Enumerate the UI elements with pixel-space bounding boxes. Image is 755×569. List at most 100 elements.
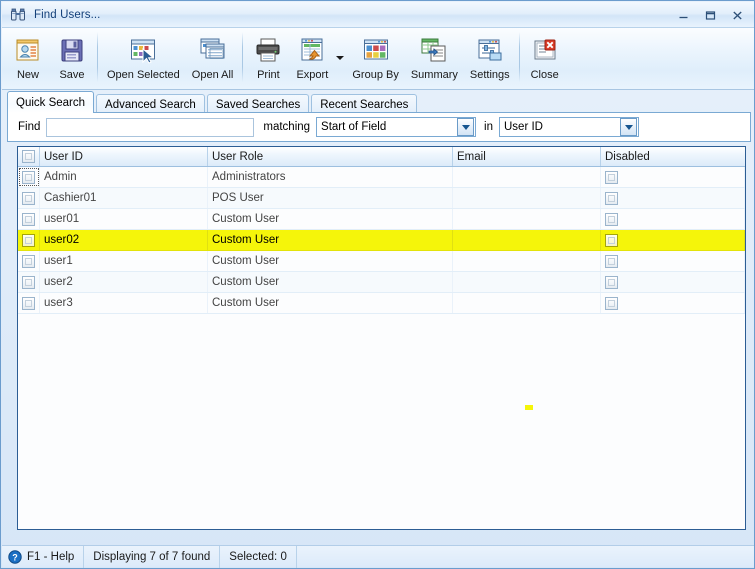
column-header-disabled[interactable]: Disabled xyxy=(601,147,745,166)
group-by-grid-icon xyxy=(360,34,392,66)
export-button-label: Export xyxy=(296,69,329,81)
open-all-windows-icon xyxy=(197,34,229,66)
column-header-user-id[interactable]: User ID xyxy=(40,147,208,166)
column-header-email[interactable]: Email xyxy=(453,147,601,166)
tab-advanced-search-label: Advanced Search xyxy=(105,98,196,111)
table-row[interactable]: user1 Custom User xyxy=(18,251,745,272)
help-question-icon: ? xyxy=(8,549,22,564)
disabled-checkbox[interactable] xyxy=(605,170,618,184)
close-button[interactable] xyxy=(724,5,751,25)
search-field-select[interactable]: User ID xyxy=(499,117,639,137)
table-row[interactable]: user01 Custom User xyxy=(18,209,745,230)
printer-icon xyxy=(252,34,284,66)
matching-mode-select[interactable]: Start of Field xyxy=(316,117,477,137)
group-by-button[interactable]: Group By xyxy=(346,30,404,88)
table-row[interactable]: Admin Administrators xyxy=(18,167,745,188)
close-toolbar-button-label: Close xyxy=(530,69,559,81)
cell-email xyxy=(453,251,601,271)
maximize-button[interactable] xyxy=(697,5,724,25)
disabled-checkbox[interactable] xyxy=(605,296,618,310)
cell-user-id: user2 xyxy=(40,272,208,292)
cell-email xyxy=(453,272,601,292)
row-select-cell[interactable] xyxy=(18,167,40,187)
chevron-down-icon[interactable] xyxy=(620,118,637,136)
cell-disabled[interactable] xyxy=(601,167,745,187)
cell-disabled[interactable] xyxy=(601,209,745,229)
row-select-cell[interactable] xyxy=(18,293,40,313)
close-toolbar-button[interactable]: Close xyxy=(523,30,567,88)
disabled-checkbox[interactable] xyxy=(605,233,618,247)
cell-user-role: Custom User xyxy=(208,230,453,250)
table-row[interactable]: user2 Custom User xyxy=(18,272,745,293)
row-select-checkbox[interactable] xyxy=(22,254,35,268)
tab-quick-search[interactable]: Quick Search xyxy=(7,91,95,113)
select-all-checkbox[interactable] xyxy=(22,150,35,163)
open-selected-button[interactable]: Open Selected xyxy=(101,30,186,88)
grid-body: Admin Administrators Cashier01 POS User … xyxy=(18,167,745,529)
row-select-checkbox[interactable] xyxy=(22,212,35,226)
row-select-checkbox[interactable] xyxy=(22,233,35,247)
cell-disabled[interactable] xyxy=(601,293,745,313)
cell-email xyxy=(453,230,601,250)
tab-recent-searches[interactable]: Recent Searches xyxy=(311,94,418,114)
cell-user-id: Admin xyxy=(40,167,208,187)
chevron-down-icon[interactable] xyxy=(457,118,475,136)
save-button[interactable]: Save xyxy=(50,30,94,88)
displaying-count-cell: Displaying 7 of 7 found xyxy=(84,545,221,568)
table-row[interactable]: user02 Custom User xyxy=(18,230,745,251)
summary-report-icon xyxy=(418,34,450,66)
open-all-button[interactable]: Open All xyxy=(186,30,240,88)
tab-advanced-search[interactable]: Advanced Search xyxy=(96,94,205,114)
cell-user-role: POS User xyxy=(208,188,453,208)
cell-user-id: user01 xyxy=(40,209,208,229)
summary-button-label: Summary xyxy=(410,69,458,81)
select-all-header[interactable] xyxy=(18,147,40,166)
cell-disabled[interactable] xyxy=(601,230,745,250)
export-button[interactable]: Export xyxy=(290,30,334,88)
caret-down-icon xyxy=(336,56,345,60)
cell-disabled[interactable] xyxy=(601,272,745,292)
row-select-checkbox[interactable] xyxy=(22,191,35,205)
disabled-checkbox[interactable] xyxy=(605,212,618,226)
table-row[interactable]: user3 Custom User xyxy=(18,293,745,314)
settings-button[interactable]: Settings xyxy=(464,30,516,88)
disabled-checkbox[interactable] xyxy=(605,275,618,289)
row-select-cell[interactable] xyxy=(18,188,40,208)
new-button[interactable]: New xyxy=(6,30,50,88)
row-select-checkbox[interactable] xyxy=(22,275,35,289)
disabled-checkbox[interactable] xyxy=(605,254,618,268)
in-label: in xyxy=(484,121,493,133)
summary-button[interactable]: Summary xyxy=(405,30,464,88)
tab-saved-searches[interactable]: Saved Searches xyxy=(206,94,310,114)
minimize-button[interactable] xyxy=(670,5,697,25)
cell-disabled[interactable] xyxy=(601,188,745,208)
row-select-cell[interactable] xyxy=(18,251,40,271)
row-select-checkbox[interactable] xyxy=(22,170,35,184)
help-label: F1 - Help xyxy=(27,550,75,563)
tab-recent-searches-label: Recent Searches xyxy=(320,98,409,111)
row-select-cell[interactable] xyxy=(18,272,40,292)
toolbar-separator-3 xyxy=(518,32,520,82)
settings-button-label: Settings xyxy=(469,69,510,81)
cell-user-role: Custom User xyxy=(208,209,453,229)
cell-user-role: Custom User xyxy=(208,272,453,292)
cell-email xyxy=(453,167,601,187)
floppy-disk-icon xyxy=(56,34,88,66)
help-status-cell[interactable]: ? F1 - Help xyxy=(2,545,85,568)
cell-disabled[interactable] xyxy=(601,251,745,271)
disabled-checkbox[interactable] xyxy=(605,191,618,205)
matching-label: matching xyxy=(263,121,311,133)
print-button[interactable]: Print xyxy=(246,30,290,88)
row-select-cell[interactable] xyxy=(18,209,40,229)
column-header-user-role[interactable]: User Role xyxy=(208,147,453,166)
title-bar: Find Users... xyxy=(2,2,754,28)
search-input[interactable] xyxy=(46,117,255,137)
window-controls xyxy=(670,2,751,28)
export-dropdown-button[interactable] xyxy=(334,30,346,86)
row-select-cell[interactable] xyxy=(18,230,40,250)
table-row[interactable]: Cashier01 POS User xyxy=(18,188,745,209)
toolbar-separator-2 xyxy=(242,32,244,82)
row-select-checkbox[interactable] xyxy=(22,296,35,310)
print-button-label: Print xyxy=(257,69,280,81)
quick-search-panel: Find matching Start of Field in User ID xyxy=(7,112,751,142)
